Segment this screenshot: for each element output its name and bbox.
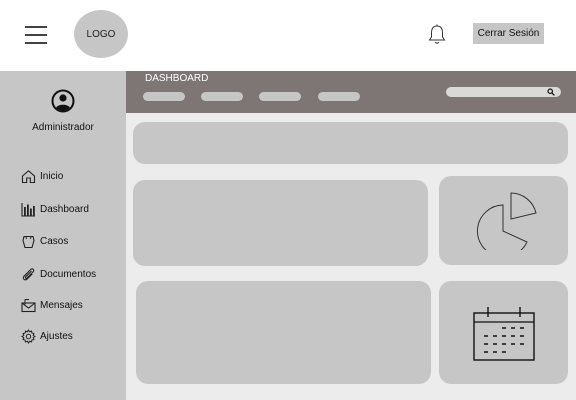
gear-icon	[21, 328, 36, 344]
search-input[interactable]	[446, 87, 561, 97]
envelope-icon	[21, 298, 36, 312]
summary-card	[133, 122, 568, 164]
section-title: DASHBOARD	[145, 73, 209, 84]
user-role-label: Administrador	[32, 122, 94, 133]
sidebar-item-dashboard[interactable]: Dashboard	[21, 201, 89, 217]
calendar-widget-card[interactable]	[439, 281, 568, 384]
pie-chart-icon	[476, 192, 537, 250]
logout-label: Cerrar Sesión	[477, 28, 540, 39]
calendar-icon	[473, 307, 535, 361]
bell-icon[interactable]	[427, 24, 447, 46]
sidebar-item-label: Ajustes	[40, 330, 73, 342]
sidebar-item-label: Mensajes	[40, 299, 83, 311]
sidebar-item-label: Inicio	[40, 170, 64, 182]
bar-chart-icon	[21, 202, 35, 217]
sidebar-item-inicio[interactable]: Inicio	[21, 168, 63, 184]
sidebar-item-label: Dashboard	[40, 203, 89, 215]
paperclip-icon	[22, 267, 35, 280]
main-content: DASHBOARD	[126, 71, 576, 400]
tab-placeholder[interactable]	[143, 92, 185, 101]
sidebar: Administrador Inicio Dashboard Casos Doc…	[0, 71, 126, 400]
search-icon	[547, 88, 555, 96]
logout-button[interactable]: Cerrar Sesión	[473, 23, 544, 44]
sidebar-item-mensajes[interactable]: Mensajes	[21, 297, 83, 313]
tab-placeholder[interactable]	[259, 92, 301, 101]
sidebar-item-label: Documentos	[40, 268, 97, 280]
chart-widget-card[interactable]	[439, 176, 568, 265]
sidebar-item-documentos[interactable]: Documentos	[21, 266, 96, 282]
section-header: DASHBOARD	[126, 71, 576, 113]
tab-placeholder[interactable]	[201, 92, 243, 101]
sidebar-item-label: Casos	[40, 235, 69, 247]
logo-text: LOGO	[86, 28, 116, 40]
briefcase-icon	[22, 235, 35, 248]
content-card	[136, 281, 431, 384]
sidebar-item-casos[interactable]: Casos	[21, 233, 68, 249]
logo[interactable]: LOGO	[74, 10, 128, 58]
hamburger-menu-icon[interactable]	[25, 26, 47, 44]
sidebar-item-ajustes[interactable]: Ajustes	[21, 328, 73, 344]
home-icon	[21, 169, 36, 183]
content-card	[133, 180, 428, 266]
user-circle-icon	[51, 89, 75, 113]
tab-placeholder[interactable]	[318, 92, 360, 101]
top-header: LOGO Cerrar Sesión	[0, 0, 576, 71]
